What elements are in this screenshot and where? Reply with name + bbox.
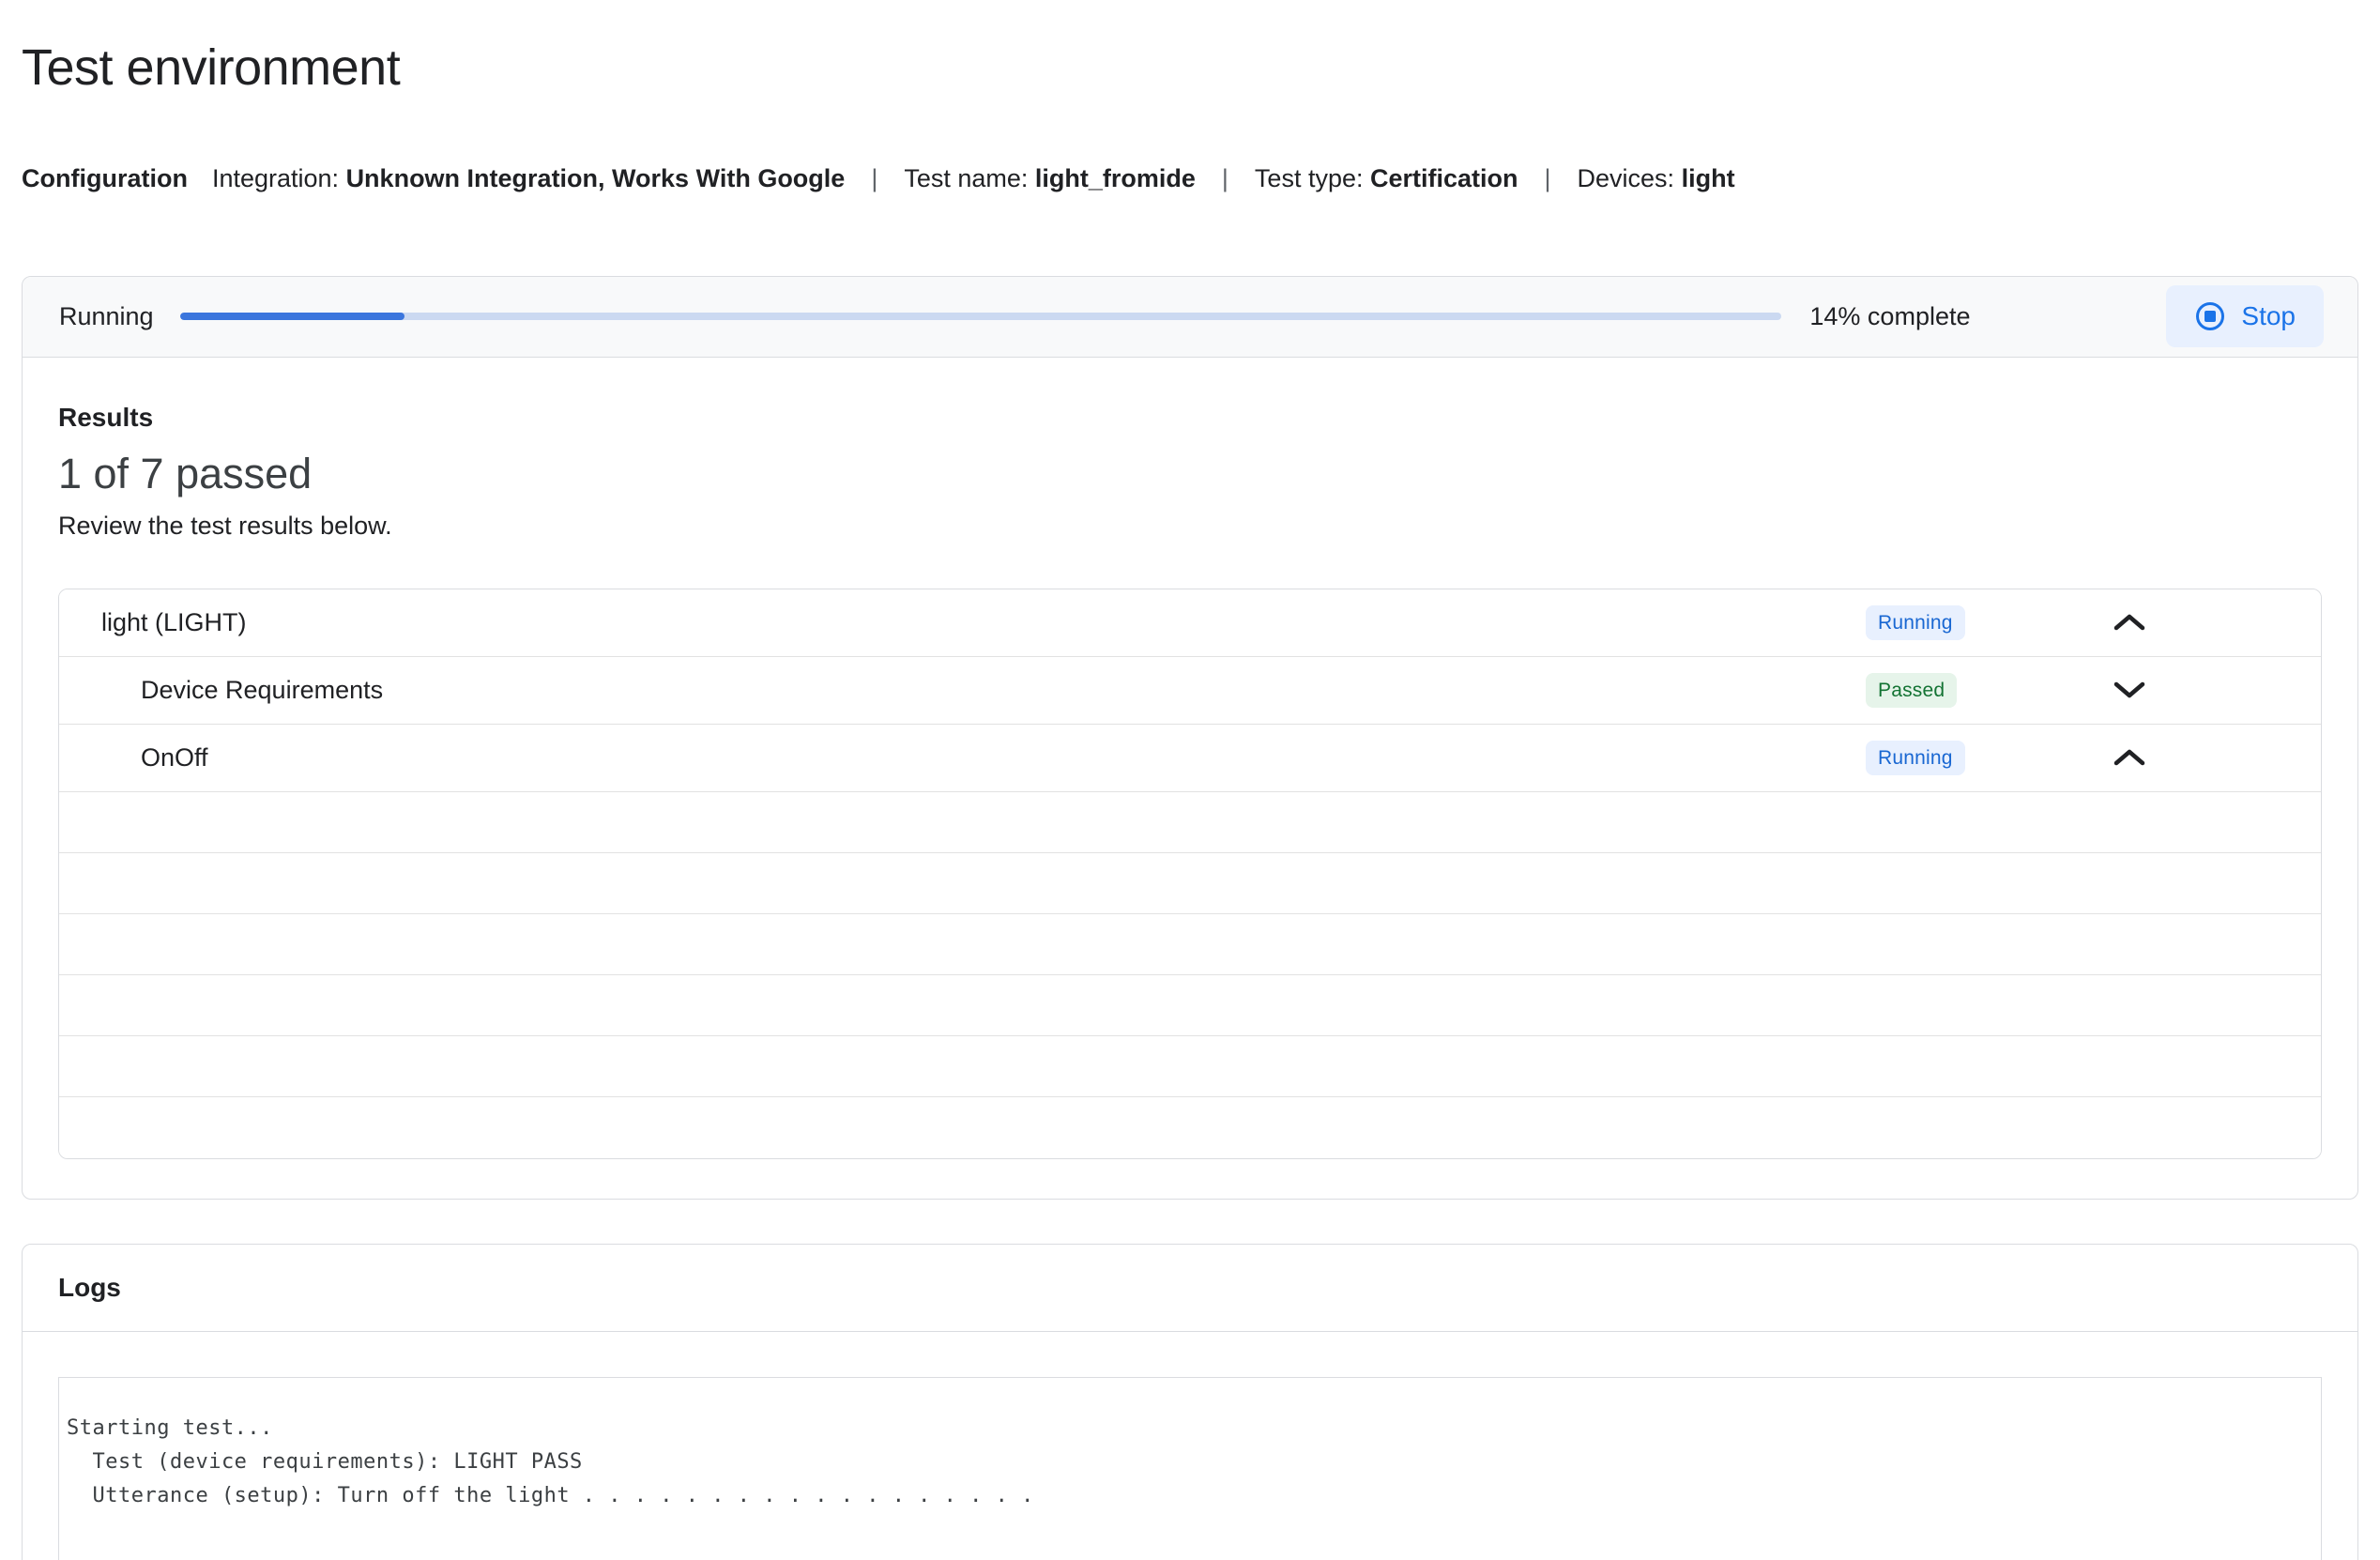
config-item-value: light <box>1681 163 1735 192</box>
logs-card: Logs Starting test... Test (device requi… <box>22 1243 2358 1560</box>
stop-button-label: Stop <box>2241 301 2296 331</box>
results-card: Running 14% complete Stop Results 1 of 7… <box>22 275 2358 1200</box>
empty-row <box>59 913 2321 975</box>
page-title: Test environment <box>22 39 401 96</box>
stop-button[interactable]: Stop <box>2166 285 2324 348</box>
config-item: Test name: light_fromide <box>904 162 1196 194</box>
config-item-value: Certification <box>1369 163 1518 192</box>
config-item: Test type: Certification <box>1255 162 1518 194</box>
log-line: Utterance (setup): Turn off the light . … <box>67 1483 1034 1507</box>
log-output: Starting test... Test (device requiremen… <box>58 1376 2322 1560</box>
logs-heading: Logs <box>23 1245 2357 1332</box>
config-item-key: Test name: <box>904 163 1035 192</box>
config-item: Devices: light <box>1578 162 1735 194</box>
config-items: Integration: Unknown Integration, Works … <box>212 162 1735 194</box>
page: Test environment Configuration Integrati… <box>0 38 2380 1560</box>
progress-fill <box>179 313 404 321</box>
chevron-up-icon[interactable] <box>2113 612 2146 633</box>
config-item-value: Unknown Integration, Works With Google <box>345 163 846 192</box>
status-badge: Running <box>1866 740 1965 775</box>
chevron-cell <box>2113 680 2321 700</box>
progress-percent-label: 14% complete <box>1809 301 1971 330</box>
status-badge-cell: Running <box>1866 604 2113 640</box>
config-bar: Configuration Integration: Unknown Integ… <box>22 162 2358 194</box>
empty-row <box>59 791 2321 853</box>
config-item: Integration: Unknown Integration, Works … <box>212 162 845 194</box>
empty-row <box>59 1035 2321 1097</box>
config-separator: | <box>1221 163 1228 192</box>
config-item-key: Integration: <box>211 163 346 192</box>
config-separator: | <box>1544 163 1551 192</box>
chevron-cell <box>2113 612 2321 633</box>
stop-icon <box>2194 300 2226 332</box>
results-table: light (LIGHT) Running Device Requirement… <box>58 588 2322 1159</box>
result-row[interactable]: light (LIGHT) Running <box>59 589 2321 657</box>
empty-row <box>59 1096 2321 1158</box>
results-summary: 1 of 7 passed <box>58 449 313 497</box>
result-row-name: Device Requirements <box>141 675 384 704</box>
progress-bar <box>179 313 1782 321</box>
result-row[interactable]: Device Requirements Passed <box>59 656 2321 725</box>
empty-row <box>59 974 2321 1036</box>
results-body: Results 1 of 7 passed Review the test re… <box>23 401 2357 1159</box>
config-label: Configuration <box>22 163 188 192</box>
log-line: Test (device requirements): LIGHT PASS <box>67 1449 583 1474</box>
status-badge: Passed <box>1866 672 1958 708</box>
config-item-key: Devices: <box>1577 163 1682 192</box>
result-row-name: OnOff <box>141 742 208 772</box>
progress-row: Running 14% complete Stop <box>23 276 2357 358</box>
chevron-down-icon[interactable] <box>2113 680 2146 700</box>
status-badge-cell: Passed <box>1866 672 2113 708</box>
status-badge: Running <box>1866 604 1965 640</box>
status-badge-cell: Running <box>1866 740 2113 775</box>
log-line: Starting test... <box>67 1415 273 1440</box>
chevron-up-icon[interactable] <box>2113 747 2146 768</box>
result-row[interactable]: OnOff Running <box>59 724 2321 792</box>
config-separator: | <box>871 163 878 192</box>
result-row-name: light (LIGHT) <box>101 607 247 636</box>
progress-status-label: Running <box>59 301 154 330</box>
config-item-key: Test type: <box>1254 163 1370 192</box>
results-subtitle: Review the test results below. <box>58 511 392 540</box>
results-heading: Results <box>58 402 154 432</box>
empty-row <box>59 852 2321 914</box>
config-item-value: light_fromide <box>1034 163 1196 192</box>
logs-body: Starting test... Test (device requiremen… <box>23 1332 2357 1560</box>
chevron-cell <box>2113 747 2321 768</box>
